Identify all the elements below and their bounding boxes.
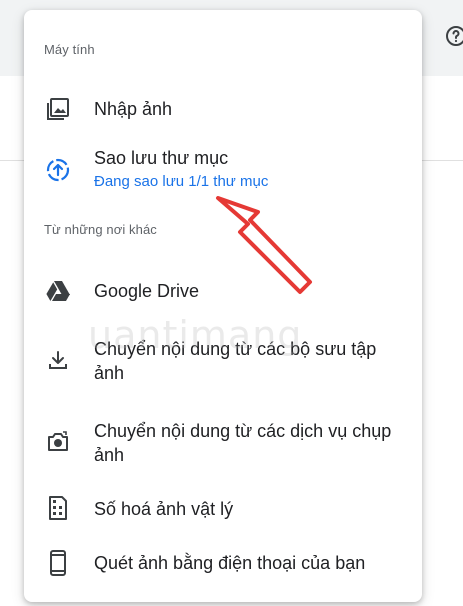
annotation-arrow-icon <box>216 196 312 294</box>
menu-item-label: Quét ảnh bằng điện thoại của bạn <box>94 553 366 573</box>
camera-transfer-icon <box>44 428 72 456</box>
menu-item-transfer-photo-services[interactable]: Chuyển nội dung từ các dịch vụ chụp ảnh <box>24 414 422 470</box>
google-drive-icon <box>44 277 72 305</box>
menu-item-label: Chuyển nội dung từ các dịch vụ chụp ảnh <box>94 421 392 465</box>
section-header-other-places: Từ những nơi khác <box>44 222 157 237</box>
section-header-computer: Máy tính <box>44 42 95 57</box>
menu-item-label: Google Drive <box>94 281 200 301</box>
help-icon[interactable] <box>444 24 463 48</box>
film-digitize-icon <box>44 494 72 522</box>
menu-item-digitize-photos[interactable]: Số hoá ảnh vật lý <box>24 492 422 526</box>
phone-icon <box>44 549 72 577</box>
watermark-text: uantimang <box>88 313 303 357</box>
import-menu: Máy tính Nhập ảnh Sao lưu thư mục Đang s… <box>24 10 422 602</box>
menu-item-label: Số hoá ảnh vật lý <box>94 499 234 519</box>
menu-item-import-photos[interactable]: Nhập ảnh <box>24 92 422 126</box>
photo-import-icon <box>44 95 72 123</box>
menu-item-label: Nhập ảnh <box>94 99 173 119</box>
menu-item-label: Sao lưu thư mục <box>94 148 229 168</box>
backup-upload-icon <box>44 156 72 184</box>
download-icon <box>44 346 72 374</box>
menu-item-scan-with-phone[interactable]: Quét ảnh bằng điện thoại của bạn <box>24 546 422 580</box>
backup-status-text: Đang sao lưu 1/1 thư mục <box>94 173 269 190</box>
